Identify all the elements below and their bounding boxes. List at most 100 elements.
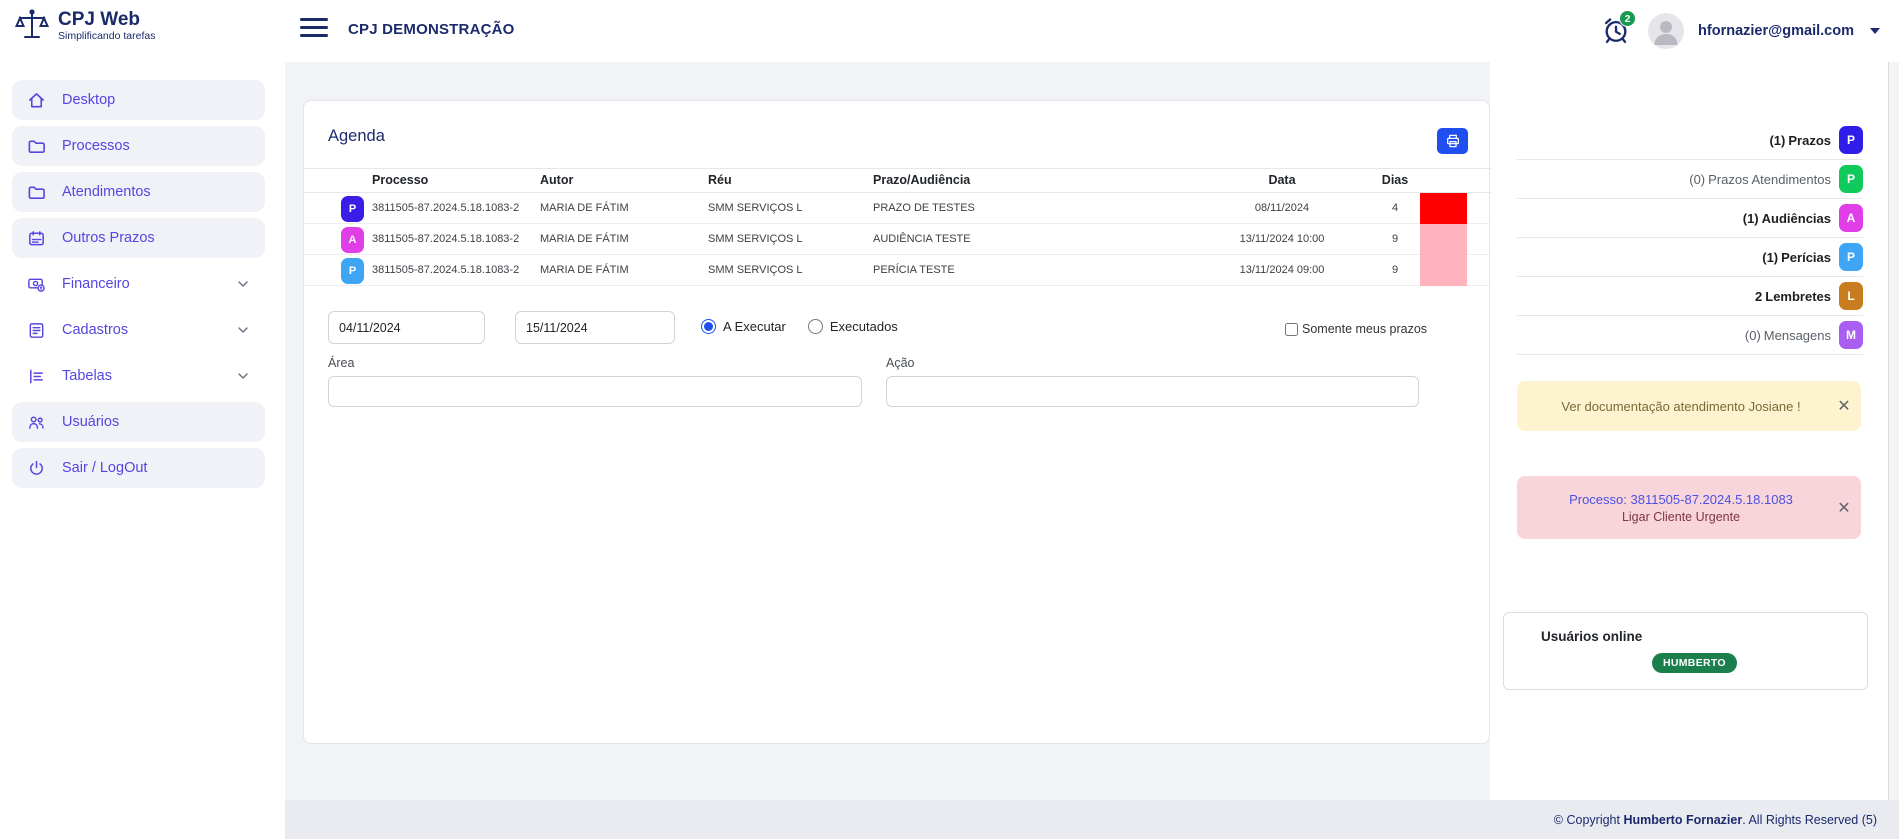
notifications-button[interactable]: 2 (1600, 14, 1634, 48)
header: CPJ Web Simplificando tarefas CPJ DEMONS… (0, 0, 1899, 62)
warning-alert: Ver documentação atendimento Josiane ! ✕ (1517, 381, 1861, 431)
summary-badge: P (1839, 126, 1863, 154)
radio-executados[interactable]: Executados (808, 319, 898, 334)
chevron-down-icon[interactable] (235, 276, 251, 292)
summary-label: Lembretes (1765, 289, 1831, 304)
sidebar-item-label: Atendimentos (62, 184, 151, 200)
sidebar-item-label: Sair / LogOut (62, 460, 147, 476)
cell-processo: 3811505-87.2024.5.18.1083-2 (372, 233, 519, 245)
table-row[interactable]: A 3811505-87.2024.5.18.1083-2 MARIA DE F… (304, 224, 1491, 255)
user-email-menu[interactable]: hfornazier@gmail.com (1698, 23, 1854, 39)
agenda-title: Agenda (328, 127, 385, 146)
status-color-cell (1420, 224, 1467, 255)
area-input[interactable] (328, 376, 862, 407)
col-header-processo: Processo (372, 173, 428, 187)
summary-label: Prazos (1788, 133, 1831, 148)
summary-prazos-atendimentos[interactable]: (0)Prazos Atendimentos P (1517, 160, 1863, 199)
summary-mensagens[interactable]: (0)Mensagens M (1517, 316, 1863, 355)
sidebar-item-label: Tabelas (62, 368, 112, 384)
sidebar-item-outros-prazos[interactable]: Outros Prazos (12, 218, 265, 258)
acao-input[interactable] (886, 376, 1419, 407)
summary-label: Audiências (1762, 211, 1831, 226)
sidebar-item-financeiro[interactable]: Financeiro (12, 264, 265, 304)
summary-count: 2 (1755, 289, 1762, 304)
header-right: 2 hfornazier@gmail.com (1600, 0, 1880, 62)
col-header-reu: Réu (708, 173, 732, 187)
cell-reu: SMM SERVIÇOS L (708, 233, 803, 245)
sidebar-item-logout[interactable]: Sair / LogOut (12, 448, 265, 488)
col-header-dias: Dias (1360, 173, 1430, 187)
cell-prazo: AUDIÊNCIA TESTE (873, 233, 971, 245)
scrollbar[interactable] (1888, 62, 1899, 839)
summary-count: (1) (1769, 133, 1785, 148)
summary-label: Perícias (1781, 250, 1831, 265)
radio-executados-input[interactable] (808, 319, 823, 334)
chevron-down-icon[interactable] (235, 322, 251, 338)
chevron-down-icon[interactable] (1870, 28, 1880, 34)
summary-badge: L (1839, 282, 1863, 310)
status-color-cell (1420, 193, 1467, 224)
summary-audiencias[interactable]: (1)Audiências A (1517, 199, 1863, 238)
app-window: CPJ Web Simplificando tarefas CPJ DEMONS… (0, 0, 1899, 839)
print-button[interactable] (1437, 128, 1468, 154)
date-from-input[interactable] (328, 311, 485, 344)
home-icon (27, 91, 46, 110)
sidebar-item-processos[interactable]: Processos (12, 126, 265, 166)
danger-alert: Processo: 3811505-87.2024.5.18.1083 Liga… (1517, 476, 1861, 539)
summary-badge: P (1839, 165, 1863, 193)
summary-prazos[interactable]: (1)Prazos P (1517, 121, 1863, 160)
table-row[interactable]: P 3811505-87.2024.5.18.1083-2 MARIA DE F… (304, 193, 1491, 224)
copyright-name: Humberto Fornazier (1623, 813, 1742, 827)
folder-icon (27, 183, 46, 202)
summary-lembretes[interactable]: 2Lembretes L (1517, 277, 1863, 316)
cell-processo: 3811505-87.2024.5.18.1083-2 (372, 202, 519, 214)
radio-a-executar-input[interactable] (701, 319, 716, 334)
type-badge: P (341, 258, 364, 284)
close-icon[interactable]: ✕ (1827, 396, 1861, 416)
summary-badge: M (1839, 321, 1863, 349)
status-color-cell (1420, 255, 1467, 286)
close-icon[interactable]: ✕ (1827, 498, 1861, 518)
cell-autor: MARIA DE FÁTIM (540, 233, 629, 245)
sidebar-item-usuarios[interactable]: Usuários (12, 402, 265, 442)
col-header-prazo: Prazo/Audiência (873, 173, 970, 187)
online-user-badge: HUMBERTO (1652, 653, 1737, 673)
brand-tagline: Simplificando tarefas (58, 30, 155, 42)
only-my-deadlines-checkbox[interactable]: Somente meus prazos (1285, 322, 1427, 336)
table-icon (27, 367, 46, 386)
brand-text: CPJ Web Simplificando tarefas (58, 10, 155, 42)
summary-badge: A (1839, 204, 1863, 232)
footer: © Copyright Humberto Fornazier. All Righ… (285, 800, 1899, 839)
only-my-deadlines-label[interactable]: Somente meus prazos (1302, 322, 1427, 336)
summary-count: (1) (1743, 211, 1759, 226)
sidebar-item-atendimentos[interactable]: Atendimentos (12, 172, 265, 212)
copyright-prefix: © Copyright (1554, 813, 1624, 827)
table-row[interactable]: P 3811505-87.2024.5.18.1083-2 MARIA DE F… (304, 255, 1491, 286)
radio-a-executar-label[interactable]: A Executar (723, 319, 786, 334)
cell-data: 08/11/2024 (1184, 202, 1380, 214)
brand-name: CPJ Web (58, 10, 155, 30)
radio-a-executar[interactable]: A Executar (701, 319, 786, 334)
summary-pericias[interactable]: (1)Perícias P (1517, 238, 1863, 277)
cell-reu: SMM SERVIÇOS L (708, 264, 803, 276)
date-to-input[interactable] (515, 311, 675, 344)
menu-toggle-icon[interactable] (300, 18, 328, 42)
process-link[interactable]: Processo: 3811505-87.2024.5.18.1083 (1535, 492, 1827, 507)
sidebar-item-label: Cadastros (62, 322, 128, 338)
agenda-card: Agenda Processo Autor Réu Prazo/Audiênci… (303, 100, 1490, 744)
sidebar-item-tabelas[interactable]: Tabelas (12, 356, 265, 396)
sidebar-item-label: Financeiro (62, 276, 130, 292)
sidebar-item-cadastros[interactable]: Cadastros (12, 310, 265, 350)
summary-count: (0) (1689, 172, 1705, 187)
online-users-title: Usuários online (1541, 629, 1642, 644)
list-icon (27, 321, 46, 340)
user-avatar[interactable] (1648, 13, 1684, 49)
online-users-card: Usuários online HUMBERTO (1503, 612, 1868, 690)
chevron-down-icon[interactable] (235, 368, 251, 384)
brand-logo[interactable]: CPJ Web Simplificando tarefas (14, 8, 155, 44)
sidebar-item-desktop[interactable]: Desktop (12, 80, 265, 120)
only-my-deadlines-input[interactable] (1285, 323, 1298, 336)
person-icon (1648, 13, 1684, 49)
radio-executados-label[interactable]: Executados (830, 319, 898, 334)
table-header-row: Processo Autor Réu Prazo/Audiência Data … (304, 168, 1491, 193)
